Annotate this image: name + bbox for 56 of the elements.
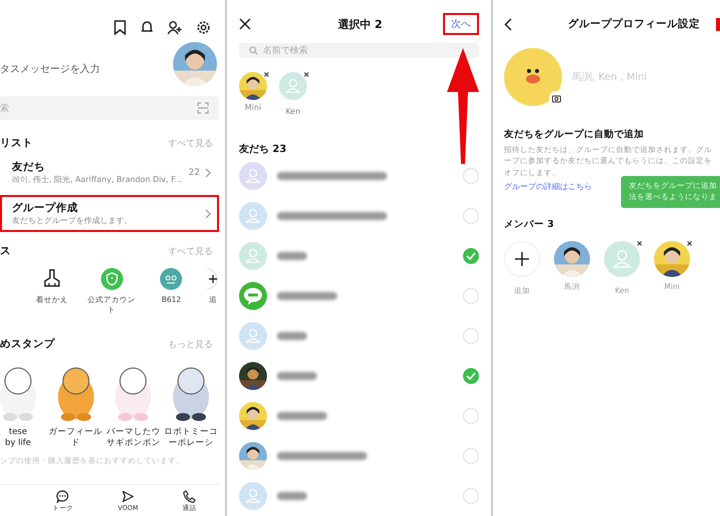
friends-header: 友だち 23: [239, 142, 288, 156]
blurred-name: [277, 252, 307, 260]
annotation-mark: [716, 18, 720, 30]
details-link[interactable]: グループの詳細はこちら: [504, 180, 592, 192]
play-icon: [121, 490, 134, 503]
checkbox[interactable]: [463, 248, 479, 264]
sticker-name[interactable]: ガーフィール ド: [48, 427, 103, 448]
next-button[interactable]: 次へ: [442, 13, 479, 35]
blurred-name: [277, 332, 307, 340]
friend-count: 22: [188, 168, 200, 178]
selected-friend-name: Mini: [244, 103, 262, 112]
app-icon[interactable]: [160, 268, 182, 290]
add-member-icon[interactable]: [504, 240, 540, 277]
blurred-name: [277, 372, 317, 380]
phone-icon: [183, 490, 196, 503]
screen-title: グループプロフィール設定: [568, 17, 700, 31]
sticker-name[interactable]: ロボトミーコ ーポレーシ: [164, 427, 218, 448]
setting-title: 友だちをグループに自動で追加: [504, 128, 645, 141]
remove-icon[interactable]: [635, 238, 644, 248]
chat-icon: [56, 490, 70, 503]
section-title: リスト: [0, 136, 33, 150]
chevron-icon: [205, 208, 211, 218]
chat-logo-icon: [239, 282, 267, 310]
remove-icon[interactable]: [262, 70, 271, 79]
settings-icon[interactable]: [196, 20, 211, 35]
blurred-name: [277, 292, 337, 300]
section-title: めスタンプ: [0, 337, 55, 351]
close-icon[interactable]: [239, 18, 251, 30]
add-friend-icon[interactable]: [167, 20, 183, 35]
status-message[interactable]: タスメッセージを入力: [0, 62, 100, 76]
scan-icon[interactable]: [197, 102, 209, 114]
checkmark-icon: [466, 372, 476, 380]
remove-icon[interactable]: [302, 70, 311, 79]
search-icon: [249, 46, 258, 55]
list-item[interactable]: グループ作成 友だちとグループを作成します。: [0, 195, 219, 232]
blurred-name: [277, 492, 307, 500]
bell-icon[interactable]: [140, 20, 154, 35]
item-title: 友だち: [12, 160, 46, 174]
item-subtitle: 友だちとグループを作成します。: [12, 215, 133, 226]
back-icon[interactable]: [504, 18, 512, 30]
bookmark-icon[interactable]: [113, 20, 127, 35]
add-icon[interactable]: [206, 268, 219, 290]
chevron-icon: [205, 168, 211, 178]
list-item[interactable]: 友だち 레이, 伟士, 阳光, Aariffany, Brandon Div, F... 22: [0, 154, 219, 191]
item-title: グループ作成: [12, 201, 79, 215]
blurred-name: [277, 412, 327, 420]
members-header: メンバー 3: [504, 218, 555, 231]
remove-icon[interactable]: [685, 238, 694, 248]
checkbox[interactable]: [463, 368, 479, 384]
checkmark-icon: [466, 252, 476, 260]
screen-title: 選択中 2: [338, 16, 382, 32]
item-subtitle: 레이, 伟士, 阳光, Aariffany, Brandon Div, F...: [12, 174, 183, 185]
sticker-name[interactable]: tese by life: [4, 427, 32, 448]
sticker-name[interactable]: パーマしたウ サギポンポン: [106, 427, 160, 448]
selected-friend-name: Ken: [286, 107, 300, 116]
section-title: ス: [0, 244, 11, 258]
